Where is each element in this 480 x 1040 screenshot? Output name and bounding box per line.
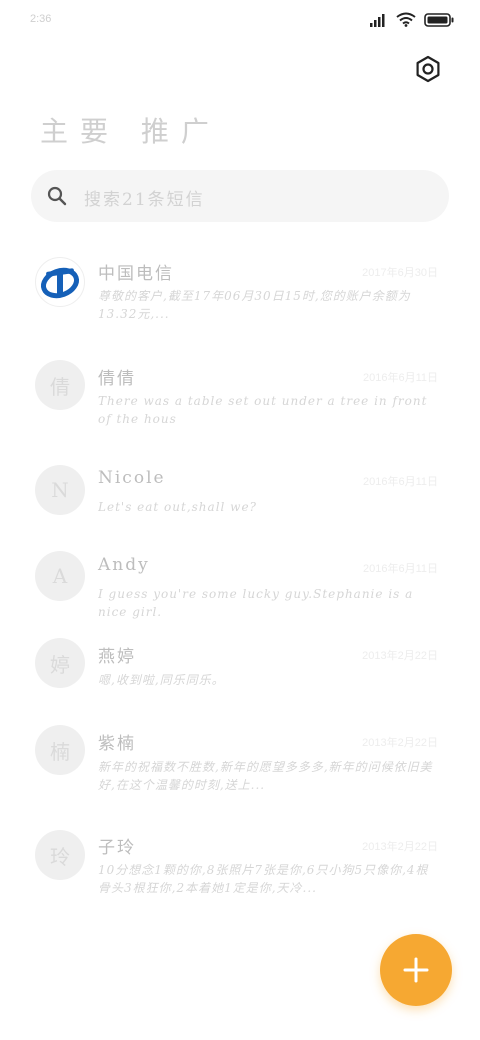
conversation-preview: 10分想念1颗的你,8张照片7张是你,6只小狗5只像你,4根骨头3根狂你,2本着… [98,863,429,895]
conversation-name: Andy [98,555,150,575]
conversation-item[interactable]: N Nicole 2016年6月11日 Let's eat out,shall … [0,456,480,536]
conversation-name: Nicole [98,468,166,488]
conversation-preview: I guess you're some lucky guy.Stephanie … [98,587,414,619]
plus-icon [403,957,429,983]
search-input[interactable]: 搜索21条短信 [31,170,449,222]
conversation-item[interactable]: 玲 子玲 2013年2月22日 10分想念1颗的你,8张照片7张是你,6只小狗5… [0,823,480,903]
conversation-date: 2016年6月11日 [362,372,438,384]
conversation-item[interactable]: 倩 倩倩 2016年6月11日 There was a table set ou… [0,352,480,432]
conversation-preview: 嗯,收到啦,同乐同乐。 [98,673,225,687]
signal-icon [370,13,385,27]
conversation-preview: 尊敬的客户,截至17年06月30日15时,您的账户余额为13.32元,... [98,289,411,321]
avatar: N [35,465,85,515]
status-time: 2:36 [30,13,52,25]
avatar: 倩 [35,360,85,410]
search-icon [47,186,67,206]
new-message-button[interactable] [380,934,452,1006]
battery-icon [424,12,454,27]
conversation-name: 中国电信 [98,264,174,284]
wifi-icon [396,12,416,27]
conversation-date: 2016年6月11日 [362,476,438,488]
conversation-preview: Let's eat out,shall we? [98,500,257,514]
conversation-item[interactable]: A Andy 2016年6月11日 I guess you're some lu… [0,543,480,623]
conversation-date: 2013年2月22日 [362,841,438,853]
avatar: 玲 [35,830,85,880]
conversation-item[interactable]: 婷 燕婷 2013年2月22日 嗯,收到啦,同乐同乐。 [0,630,480,710]
conversation-name: 子玲 [98,838,136,858]
page-title: 主要 推广 [40,115,221,148]
avatar: 楠 [35,725,85,775]
avatar [35,257,85,307]
settings-button[interactable] [414,55,442,83]
conversation-date: 2017年6月30日 [362,267,438,279]
conversation-item[interactable]: 楠 紫楠 2013年2月22日 新年的祝福数不胜数,新年的愿望多多多,新年的问候… [0,717,480,797]
status-icons [370,12,454,27]
avatar: 婷 [35,638,85,688]
status-bar: 2:36 [0,0,480,40]
avatar: A [35,551,85,601]
conversation-name: 紫楠 [98,734,136,754]
settings-icon [416,55,440,83]
conversation-name: 倩倩 [98,369,136,389]
conversation-date: 2013年2月22日 [362,650,438,662]
conversation-item[interactable]: 中国电信 2017年6月30日 尊敬的客户,截至17年06月30日15时,您的账… [0,247,480,327]
search-placeholder: 搜索21条短信 [84,190,205,210]
china-telecom-logo-icon [41,267,79,299]
conversation-name: 燕婷 [98,647,136,667]
conversation-preview: There was a table set out under a tree i… [98,394,428,426]
conversation-date: 2016年6月11日 [362,563,438,575]
conversation-preview: 新年的祝福数不胜数,新年的愿望多多多,新年的问候依旧美好,在这个温馨的时刻,送上… [98,760,433,792]
conversation-date: 2013年2月22日 [362,737,438,749]
